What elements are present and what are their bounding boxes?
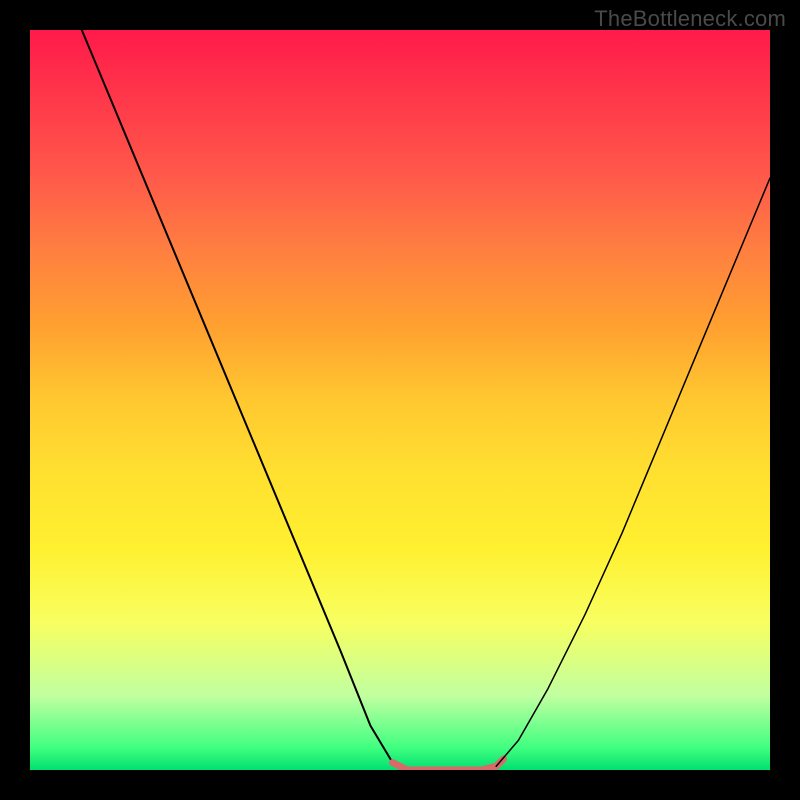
chart-svg <box>30 30 770 770</box>
watermark-text: TheBottleneck.com <box>594 6 786 32</box>
chart-canvas <box>30 30 770 770</box>
series-trough <box>393 759 504 770</box>
series-right-curve <box>496 178 770 766</box>
series-left-curve <box>82 30 408 770</box>
